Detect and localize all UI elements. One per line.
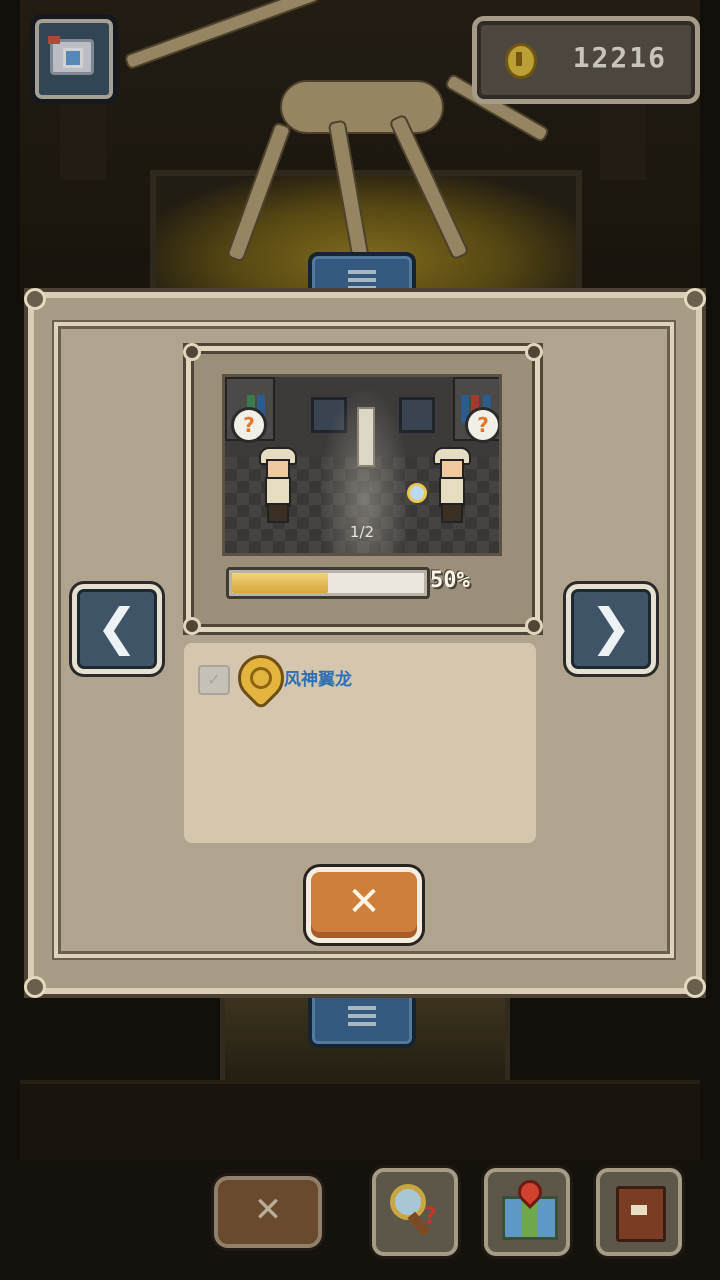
map-button[interactable]: [484, 1168, 570, 1256]
scroll-icon: [357, 407, 375, 467]
close-dialog-button[interactable]: ✕: [306, 867, 422, 943]
previous-button[interactable]: ❮: [72, 584, 162, 674]
chevron-right-icon: ❯: [590, 598, 632, 656]
frame-corner-ornament: [684, 288, 706, 310]
researcher-character: [407, 447, 471, 523]
magnifier-key-icon: [390, 1184, 426, 1220]
investigate-tool-button[interactable]: ?: [372, 1168, 458, 1256]
close-icon: ✕: [253, 1190, 283, 1230]
magnifying-glass-icon: [407, 483, 427, 503]
toolbar-close-button[interactable]: ✕: [214, 1176, 322, 1248]
fossil-list-panel: ✓ 风神翼龙: [184, 643, 536, 843]
book-icon: [616, 1186, 666, 1242]
fossil-checkbox[interactable]: ✓: [198, 665, 230, 695]
progress-fill: [232, 573, 328, 593]
research-preview-image[interactable]: ? ? 1/2: [222, 374, 502, 556]
research-progress-bar: [226, 567, 430, 599]
close-icon: ✕: [347, 879, 381, 925]
fossil-name[interactable]: 风神翼龙: [284, 665, 352, 690]
collection-book-button[interactable]: [596, 1168, 682, 1256]
page-indicator: 1/2: [349, 523, 375, 541]
next-button[interactable]: ❯: [566, 584, 656, 674]
question-bubble-icon: ?: [231, 407, 267, 443]
chevron-left-icon: ❮: [96, 598, 138, 656]
frame-corner-ornament: [24, 288, 46, 310]
frame-corner-ornament: [24, 976, 46, 998]
frame-corner-ornament: [684, 976, 706, 998]
progress-percent: 50%: [430, 568, 470, 593]
researcher-character: [259, 447, 297, 523]
question-bubble-icon: ?: [465, 407, 499, 443]
